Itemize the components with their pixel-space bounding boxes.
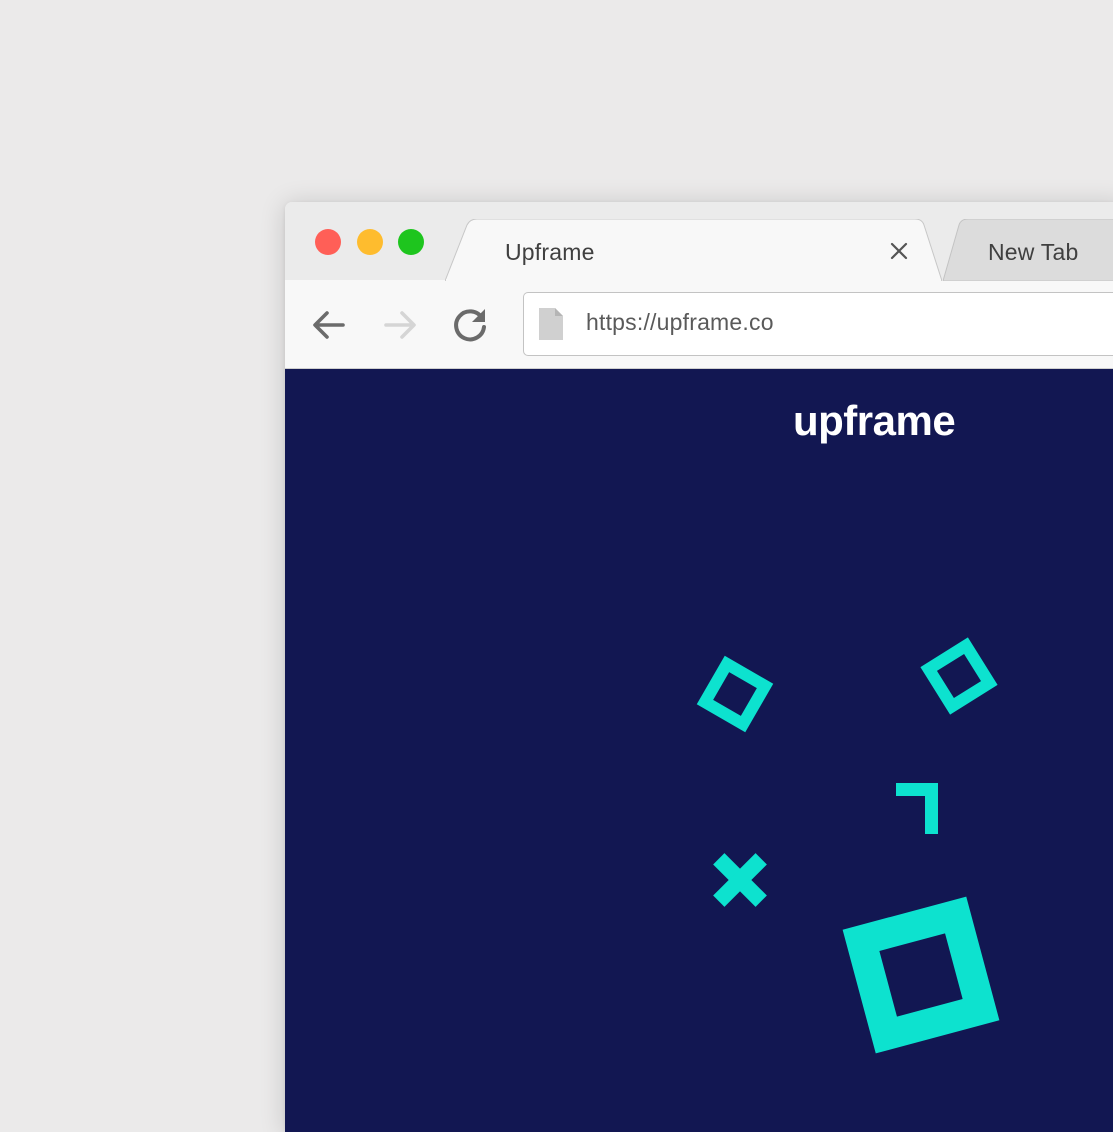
window-zoom-button[interactable] bbox=[398, 229, 424, 255]
square-outline-shape bbox=[842, 896, 1000, 1054]
diamond-outline-shape bbox=[920, 637, 998, 715]
cross-shape bbox=[713, 853, 767, 907]
page-viewport: upframe bbox=[285, 369, 1113, 1132]
document-icon bbox=[539, 308, 563, 340]
navigation-toolbar: https://upframe.co bbox=[285, 280, 1113, 369]
decoration-layer bbox=[696, 637, 1000, 1054]
close-icon[interactable] bbox=[887, 239, 911, 263]
arrow-left-icon[interactable] bbox=[310, 306, 348, 344]
arrow-right-icon[interactable] bbox=[381, 306, 419, 344]
window-close-button[interactable] bbox=[315, 229, 341, 255]
reload-icon[interactable] bbox=[451, 306, 489, 344]
tab-strip: New Tab Upframe bbox=[285, 202, 1113, 281]
corner-bracket-shape bbox=[896, 783, 938, 834]
browser-window: New Tab Upframe https://upframe.co upfra… bbox=[285, 202, 1113, 1132]
tab-title: Upframe bbox=[505, 239, 595, 265]
diamond-outline-shape bbox=[696, 655, 774, 733]
url-text: https://upframe.co bbox=[586, 309, 774, 335]
window-minimize-button[interactable] bbox=[357, 229, 383, 255]
tab-upframe[interactable]: Upframe bbox=[445, 219, 961, 281]
tab-new-tab[interactable]: New Tab bbox=[943, 219, 1113, 281]
address-bar[interactable]: https://upframe.co bbox=[523, 292, 1113, 356]
tab-title: New Tab bbox=[988, 239, 1079, 265]
